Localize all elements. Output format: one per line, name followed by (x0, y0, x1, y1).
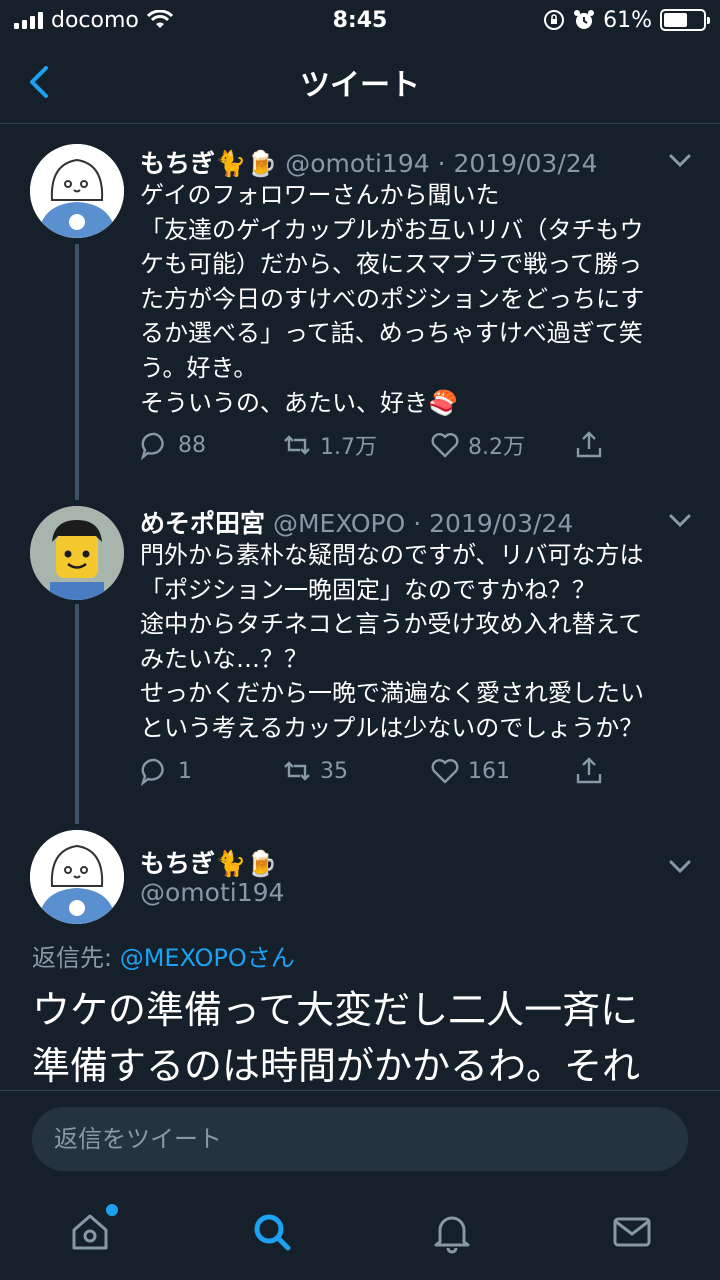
handle-and-date: @MEXOPO · 2019/03/24 (272, 509, 574, 538)
retweet-count: 1.7万 (320, 435, 377, 460)
like-count: 161 (468, 758, 510, 784)
thread-line (75, 604, 79, 824)
share-icon (576, 431, 602, 458)
retweet-count: 35 (320, 758, 348, 784)
like-count: 8.2万 (468, 435, 525, 460)
status-bar: docomo 8:45 61% (0, 0, 720, 40)
chevron-down-icon[interactable] (666, 506, 694, 534)
handle-and-date: @omoti194 · 2019/03/24 (285, 149, 598, 178)
heart-icon (431, 433, 459, 458)
share-button[interactable] (572, 754, 606, 788)
retweet-icon (284, 761, 310, 781)
battery-percent: 61% (603, 7, 652, 33)
carrier-label: docomo (51, 7, 139, 33)
handle: @omoti194 (140, 878, 285, 907)
reply-to-label: 返信先: (32, 944, 120, 972)
reply-bar (0, 1090, 720, 1190)
display-name[interactable]: めそポ田宮 (140, 509, 265, 538)
retweet-button[interactable]: 1.7万 (280, 428, 377, 462)
tweet-text: ゲイのフォロワーさんから聞いた 「友達のゲイカップルがお互いリバ（タチもウ ケも… (140, 181, 645, 417)
alarm-icon (574, 10, 595, 29)
wifi-icon (146, 10, 173, 28)
main-tweet-text: ウケの準備って大変だし二人一斉に 準備するのは時間がかかるわ。それ (32, 988, 641, 1088)
reply-icon (140, 758, 164, 787)
reply-count: 88 (178, 432, 206, 458)
reply-to-line: 返信先: @MEXOPOさん (32, 938, 295, 973)
chevron-down-icon[interactable] (666, 146, 694, 174)
tab-notifications[interactable] (430, 1210, 474, 1254)
rotation-lock-icon (544, 10, 565, 30)
reply-input[interactable] (32, 1107, 688, 1171)
like-button[interactable]: 161 (428, 754, 510, 788)
retweet-button[interactable]: 35 (280, 754, 348, 788)
tab-home[interactable] (68, 1204, 118, 1254)
display-name[interactable]: もちぎ🐈🍺 (140, 149, 277, 178)
like-button[interactable]: 8.2万 (428, 428, 525, 462)
avatar[interactable] (30, 830, 124, 924)
reply-count: 1 (178, 758, 192, 784)
reply-icon (140, 432, 164, 461)
tweet-actions: 88 1.7万 8.2万 (138, 428, 618, 468)
messages-icon (613, 1217, 651, 1247)
back-chevron-icon[interactable] (22, 62, 62, 102)
page-title: ツイート (300, 67, 420, 103)
reply-to-mention[interactable]: @MEXOPOさん (120, 944, 295, 972)
thread-line (75, 244, 79, 500)
heart-icon (431, 759, 459, 784)
avatar[interactable] (30, 506, 124, 600)
retweet-icon (284, 435, 310, 455)
reply-button[interactable]: 1 (138, 754, 192, 788)
tweet-text: 門外から素朴な疑問なのですが、リバ可な方は 「ポジション一晩固定」なのですかね？… (140, 541, 644, 742)
display-name[interactable]: もちぎ🐈🍺 (140, 849, 277, 878)
new-content-dot (106, 1204, 118, 1216)
header: ツイート (0, 40, 720, 124)
home-icon (72, 1214, 108, 1250)
tweet-actions: 1 35 161 (138, 754, 618, 794)
avatar[interactable] (30, 144, 124, 238)
share-button[interactable] (572, 428, 606, 462)
search-icon (254, 1214, 291, 1251)
notifications-icon (434, 1216, 470, 1254)
chevron-down-icon[interactable] (666, 852, 694, 880)
battery-icon (660, 9, 710, 31)
tab-search[interactable] (250, 1210, 294, 1254)
reply-button[interactable]: 88 (138, 428, 206, 462)
share-icon (576, 757, 602, 784)
signal-icon (14, 11, 43, 29)
tab-messages[interactable] (610, 1210, 654, 1254)
tab-bar (0, 1190, 720, 1280)
